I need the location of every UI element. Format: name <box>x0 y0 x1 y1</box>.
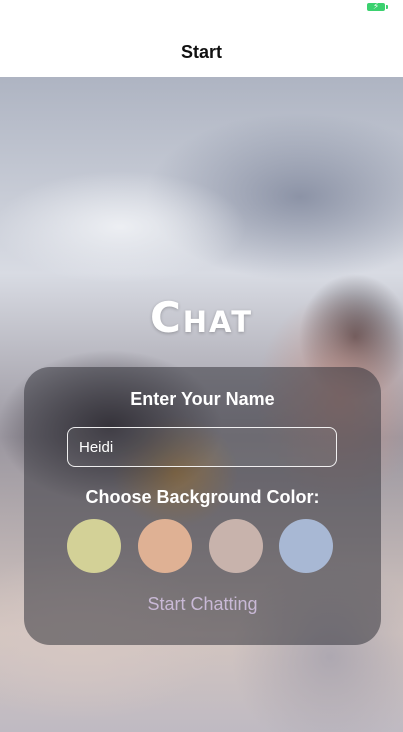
nav-title: Start <box>180 42 222 62</box>
color-swatch-blue[interactable] <box>279 519 333 573</box>
start-chatting-button[interactable]: Start Chatting <box>24 589 381 619</box>
start-panel: Enter Your Name Choose Background Color:… <box>24 367 381 645</box>
name-label: Enter Your Name <box>130 389 275 409</box>
charging-bolt-icon: ⚡ <box>372 2 380 12</box>
name-input[interactable] <box>67 427 337 467</box>
app-title: Chat <box>149 293 254 342</box>
color-swatch-taupe[interactable] <box>209 519 263 573</box>
status-bar: ⚡ <box>0 0 403 20</box>
color-swatch-yellow[interactable] <box>67 519 121 573</box>
battery-charging-icon: ⚡ <box>367 2 388 12</box>
color-swatch-row <box>67 519 337 573</box>
color-swatch-peach[interactable] <box>138 519 192 573</box>
navigation-bar: Start <box>0 20 403 77</box>
color-label: Choose Background Color: <box>85 487 320 507</box>
